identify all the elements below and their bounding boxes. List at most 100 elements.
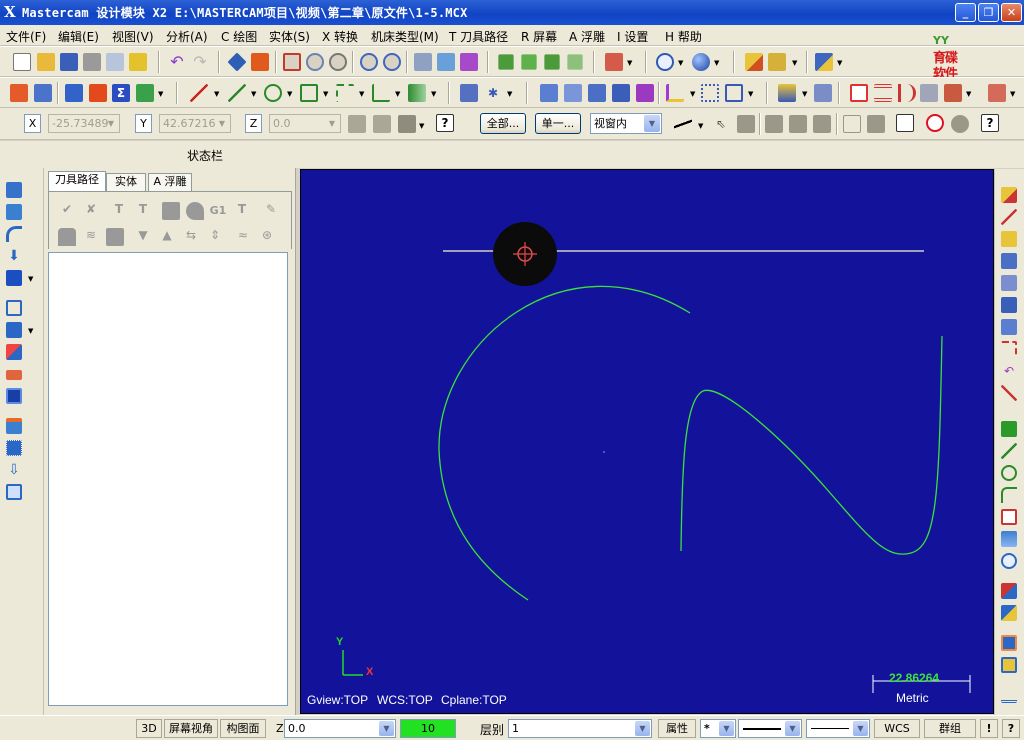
- cube-view-3-icon[interactable]: [544, 54, 560, 70]
- mru-fillet-icon[interactable]: [1001, 487, 1017, 503]
- mru-globe-icon[interactable]: [1001, 553, 1017, 569]
- post-icon[interactable]: [136, 84, 154, 102]
- note-icon[interactable]: [920, 84, 938, 102]
- new-file-icon[interactable]: [13, 53, 31, 71]
- z-depth-field[interactable]: 0.0 ▼: [284, 719, 396, 738]
- point-style-select[interactable]: * ▼: [700, 719, 736, 738]
- dropdown-arrow-icon[interactable]: ▼: [678, 59, 683, 67]
- globe-shaded-icon[interactable]: [692, 53, 710, 71]
- chevron-down-icon[interactable]: ▼: [215, 116, 229, 131]
- extrude-icon[interactable]: [6, 182, 22, 198]
- mru-solid-icon[interactable]: [1001, 531, 1017, 547]
- tab-art[interactable]: A 浮雕: [148, 173, 192, 191]
- chain-line-icon[interactable]: [674, 115, 692, 133]
- dropdown-arrow-icon[interactable]: ▼: [748, 90, 753, 98]
- chamfer-icon[interactable]: [372, 84, 390, 102]
- mru-e-icon[interactable]: [1001, 687, 1017, 703]
- dropdown-arrow-icon[interactable]: ▼: [214, 90, 219, 98]
- chevron-down-icon[interactable]: ▼: [635, 721, 650, 736]
- edit-pencil-icon[interactable]: [745, 53, 763, 71]
- y-coordinate-label[interactable]: Y: [135, 114, 152, 133]
- graphics-viewport[interactable]: Y X Gview:TOP WCS:TOP Cplane:TOP 22.8626…: [300, 169, 994, 714]
- solid-manager-icon[interactable]: [6, 484, 22, 500]
- mru-xform-icon[interactable]: [1001, 275, 1017, 291]
- cube-view-2-icon[interactable]: [521, 54, 537, 70]
- circle-icon[interactable]: [264, 84, 282, 102]
- fillet-icon[interactable]: [336, 84, 354, 102]
- tab-toolpaths[interactable]: 刀具路径: [48, 171, 106, 191]
- groups-button[interactable]: 群组: [924, 719, 976, 738]
- chevron-down-icon[interactable]: ▼: [325, 116, 339, 131]
- dropdown-arrow-icon[interactable]: ▼: [507, 90, 512, 98]
- dimension-icon[interactable]: [874, 84, 892, 102]
- dropdown-arrow-icon[interactable]: ▼: [698, 122, 703, 130]
- menu-analyze[interactable]: 分析(A): [166, 28, 208, 45]
- save-icon[interactable]: [60, 53, 78, 71]
- sum-icon[interactable]: Σ: [112, 84, 130, 102]
- chevron-down-icon[interactable]: ▼: [785, 721, 800, 736]
- close-button[interactable]: ✕: [1001, 3, 1022, 22]
- mru-arc-icon[interactable]: [1001, 341, 1017, 357]
- z-coordinate-label[interactable]: Z: [245, 114, 262, 133]
- x-coordinate-field[interactable]: -25.73489 ▼: [48, 114, 120, 133]
- help-button[interactable]: ?: [1002, 719, 1020, 738]
- toolpath-icon[interactable]: [65, 84, 83, 102]
- rectangle-icon[interactable]: [300, 84, 318, 102]
- cube-view-1-icon[interactable]: [498, 54, 514, 70]
- select-all-button[interactable]: 全部...: [480, 113, 526, 134]
- dropdown-arrow-icon[interactable]: ▼: [714, 59, 719, 67]
- solid-layout-icon[interactable]: [6, 418, 22, 434]
- menu-screen[interactable]: R 屏幕: [521, 28, 557, 45]
- mru-save2-icon[interactable]: [1001, 297, 1017, 313]
- tab-solids[interactable]: 实体: [106, 173, 146, 191]
- level-field[interactable]: 1 ▼: [508, 719, 652, 738]
- menu-settings[interactable]: I 设置: [617, 28, 648, 45]
- mru-line2-icon[interactable]: [1001, 443, 1017, 459]
- menu-edit[interactable]: 编辑(E): [58, 28, 99, 45]
- mru-pencil-icon[interactable]: [1001, 187, 1017, 203]
- dropdown-arrow-icon[interactable]: ▼: [395, 90, 400, 98]
- open-file-icon[interactable]: [37, 53, 55, 71]
- cube-view-4-icon[interactable]: [567, 54, 583, 70]
- mru-b-icon[interactable]: [1001, 605, 1017, 621]
- hide-entities-icon[interactable]: [414, 53, 432, 71]
- x-coordinate-label[interactable]: X: [24, 114, 41, 133]
- radius-dim-icon[interactable]: [898, 84, 916, 102]
- dropdown-arrow-icon[interactable]: ▼: [28, 275, 33, 283]
- chevron-down-icon[interactable]: ▼: [379, 721, 394, 736]
- zoom-out-icon[interactable]: [383, 53, 401, 71]
- menu-view[interactable]: 视图(V): [112, 28, 154, 45]
- mru-rect-icon[interactable]: [1001, 509, 1017, 525]
- chevron-down-icon[interactable]: ▼: [719, 721, 734, 736]
- no-entry-icon[interactable]: [926, 114, 944, 132]
- verify-selection-icon[interactable]: [737, 115, 755, 133]
- print-icon[interactable]: [83, 53, 101, 71]
- menu-art[interactable]: A 浮雕: [569, 28, 605, 45]
- boolean-icon[interactable]: [6, 322, 22, 338]
- solid-select-icon[interactable]: [867, 115, 885, 133]
- revolve-icon[interactable]: [6, 204, 22, 220]
- repaint-icon[interactable]: [227, 52, 247, 72]
- hatch-icon[interactable]: [944, 84, 962, 102]
- line-endpoints-icon[interactable]: [228, 84, 246, 102]
- zoom-window-icon[interactable]: [283, 53, 301, 71]
- xform-translate-icon[interactable]: [540, 84, 558, 102]
- mru-saveas-icon[interactable]: [1001, 319, 1017, 335]
- solid-face-icon[interactable]: [765, 115, 783, 133]
- 3d-button[interactable]: 3D: [136, 719, 162, 738]
- unzoom-icon[interactable]: [329, 53, 347, 71]
- menu-toolpaths[interactable]: T 刀具路径: [449, 28, 508, 45]
- screen-view-button[interactable]: 屏幕视角: [164, 719, 218, 738]
- zoom-target-icon[interactable]: [306, 53, 324, 71]
- xform-offset-icon[interactable]: [636, 84, 654, 102]
- chevron-down-icon[interactable]: ▼: [104, 116, 118, 131]
- mru-c-icon[interactable]: [1001, 635, 1017, 651]
- analyze-icon[interactable]: [34, 84, 52, 102]
- menu-machine-type[interactable]: 机床类型(M): [371, 28, 439, 45]
- globe-wire-icon[interactable]: [656, 53, 674, 71]
- level-label[interactable]: 层别: [480, 721, 504, 738]
- dropdown-arrow-icon[interactable]: ▼: [690, 90, 695, 98]
- stretch-icon[interactable]: [725, 84, 743, 102]
- dropdown-arrow-icon[interactable]: ▼: [287, 90, 292, 98]
- menu-help[interactable]: H 帮助: [665, 28, 702, 45]
